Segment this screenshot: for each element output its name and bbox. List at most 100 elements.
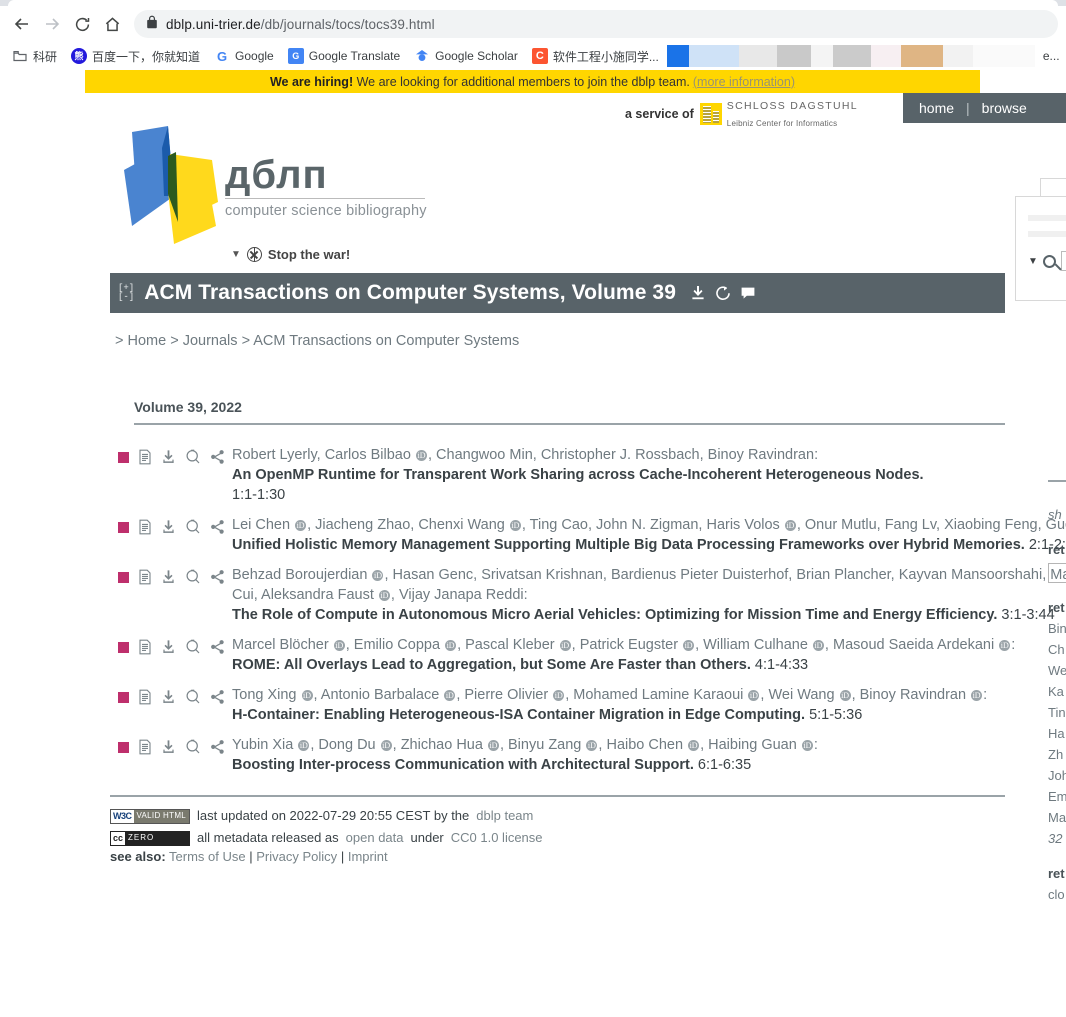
author-link[interactable]: Emilio Coppa [354,637,440,653]
bookmark-item-csdn[interactable]: C 软件工程小施同学... [526,46,665,67]
search-icon[interactable] [1042,254,1056,268]
document-icon[interactable] [138,569,152,585]
orcid-icon[interactable]: iD [295,520,307,531]
orcid-icon[interactable]: iD [999,640,1011,651]
orcid-icon[interactable]: iD [839,690,851,701]
orcid-icon[interactable]: iD [301,690,313,701]
breadcrumb-item-journal[interactable]: ACM Transactions on Computer Systems [253,333,519,349]
search-cite-icon[interactable] [185,739,201,755]
author-link[interactable]: Tong Xing [232,687,297,703]
author-link[interactable]: Ting Cao [530,517,588,533]
publication-title[interactable]: ROME: All Overlays Lead to Aggregation, … [232,657,751,673]
orcid-icon[interactable]: iD [487,740,499,751]
author-link[interactable]: Aleksandra Faust [261,587,374,603]
hiring-banner[interactable]: We are hiring! We are looking for additi… [85,70,980,93]
author-link[interactable]: Carlos Bilbao [325,447,411,463]
breadcrumb-item-journals[interactable]: Journals [183,333,238,349]
bookmark-item-kenyan[interactable]: 科研 [6,46,63,67]
orcid-icon[interactable]: iD [380,740,392,751]
bookmark-item-google-scholar[interactable]: Google Scholar [408,46,524,66]
bookmark-overflow-blurred-group[interactable] [666,45,1035,67]
author-link[interactable]: Changwoo Min [436,447,533,463]
publication-title[interactable]: Unified Holistic Memory Management Suppo… [232,537,1025,553]
publication-title[interactable]: H-Container: Enabling Heterogeneous-ISA … [232,707,805,723]
download-icon[interactable] [161,449,176,465]
author-link[interactable]: Binoy Ravindran [860,687,966,703]
author-link[interactable]: Brian Plancher [796,567,890,583]
author-link[interactable]: Vijay Janapa Reddi [399,587,524,603]
comment-icon[interactable] [740,285,756,301]
download-icon[interactable] [161,519,176,535]
author-link[interactable]: Behzad Boroujerdian [232,567,367,583]
share-bibtex-icon[interactable] [715,285,731,301]
orcid-icon[interactable]: iD [333,640,345,651]
sidebar-name[interactable]: Ha [1048,723,1066,744]
publication-title[interactable]: Boosting Inter-process Communication wit… [232,757,694,773]
author-link[interactable]: Pierre Olivier [464,687,548,703]
sidebar-name[interactable]: Em [1048,786,1066,807]
publication-title[interactable]: An OpenMP Runtime for Transparent Work S… [232,467,924,483]
orcid-icon[interactable]: iD [683,640,695,651]
document-icon[interactable] [138,639,152,655]
address-bar[interactable]: dblp.uni-trier.de/db/journals/tocs/tocs3… [134,10,1058,38]
sidebar-name[interactable]: Zh [1048,744,1066,765]
tab-strip[interactable] [0,0,1066,6]
orcid-icon[interactable]: iD [509,520,521,531]
orcid-icon[interactable]: iD [444,690,456,701]
orcid-icon[interactable]: iD [415,450,427,461]
nav-item-home[interactable]: home [919,100,954,116]
reload-icon[interactable] [68,10,96,38]
document-icon[interactable] [138,449,152,465]
chevron-down-icon[interactable]: ▼ [1028,256,1038,267]
document-icon[interactable] [138,519,152,535]
author-link[interactable]: Antonio Barbalace [321,687,440,703]
publication-title[interactable]: The Role of Compute in Autonomous Micro … [232,607,997,623]
cc-zero-badge[interactable]: cc ZERO [110,830,190,846]
orcid-icon[interactable]: iD [801,740,813,751]
sidebar-name[interactable]: We [1048,660,1066,681]
search-cite-icon[interactable] [185,689,201,705]
author-link[interactable]: Binoy Ravindran [708,447,814,463]
privacy-policy-link[interactable]: Privacy Policy [256,849,337,864]
share-icon[interactable] [210,449,225,465]
author-link[interactable]: Xiaobing Feng [944,517,1038,533]
imprint-link[interactable]: Imprint [348,849,388,864]
stop-the-war-banner[interactable]: ▼ Stop the war! [231,247,350,262]
author-link[interactable]: Christopher J. Rossbach [541,447,700,463]
download-icon[interactable] [161,739,176,755]
download-icon[interactable] [161,639,176,655]
author-link[interactable]: Dong Du [318,737,375,753]
sidebar-show-label[interactable]: sh [1048,504,1066,525]
author-link[interactable]: Zhichao Hua [401,737,483,753]
orcid-icon[interactable]: iD [559,640,571,651]
author-link[interactable]: Srivatsan Krishnan [481,567,603,583]
sidebar-name[interactable]: Tin [1048,702,1066,723]
author-link[interactable]: John N. Zigman [596,517,698,533]
more-information-link[interactable]: (more information) [693,75,795,89]
author-link[interactable]: Chenxi Wang [418,517,505,533]
orcid-icon[interactable]: iD [748,690,760,701]
author-link[interactable]: Kayvan Mansoorshahi [899,567,1042,583]
share-icon[interactable] [210,689,225,705]
orcid-icon[interactable]: iD [372,570,384,581]
orcid-icon[interactable]: iD [553,690,565,701]
sidebar-name[interactable]: Bin [1048,618,1066,639]
dblp-team-link[interactable]: dblp team [476,805,533,827]
dblp-logo[interactable] [118,126,226,244]
download-icon[interactable] [161,569,176,585]
bookmark-item-google-translate[interactable]: G Google Translate [282,46,406,66]
download-icon[interactable] [690,285,706,301]
orcid-icon[interactable]: iD [784,520,796,531]
back-arrow-icon[interactable] [8,10,36,38]
author-link[interactable]: Haibing Guan [708,737,797,753]
author-link[interactable]: Binyu Zang [508,737,581,753]
search-cite-icon[interactable] [185,569,201,585]
search-cite-icon[interactable] [185,639,201,655]
share-icon[interactable] [210,739,225,755]
download-icon[interactable] [161,689,176,705]
forward-arrow-icon[interactable] [38,10,66,38]
home-icon[interactable] [98,10,126,38]
sidebar-input[interactable] [1048,563,1066,583]
sidebar-name[interactable]: Ka [1048,681,1066,702]
search-widget-tab[interactable] [1040,178,1066,196]
